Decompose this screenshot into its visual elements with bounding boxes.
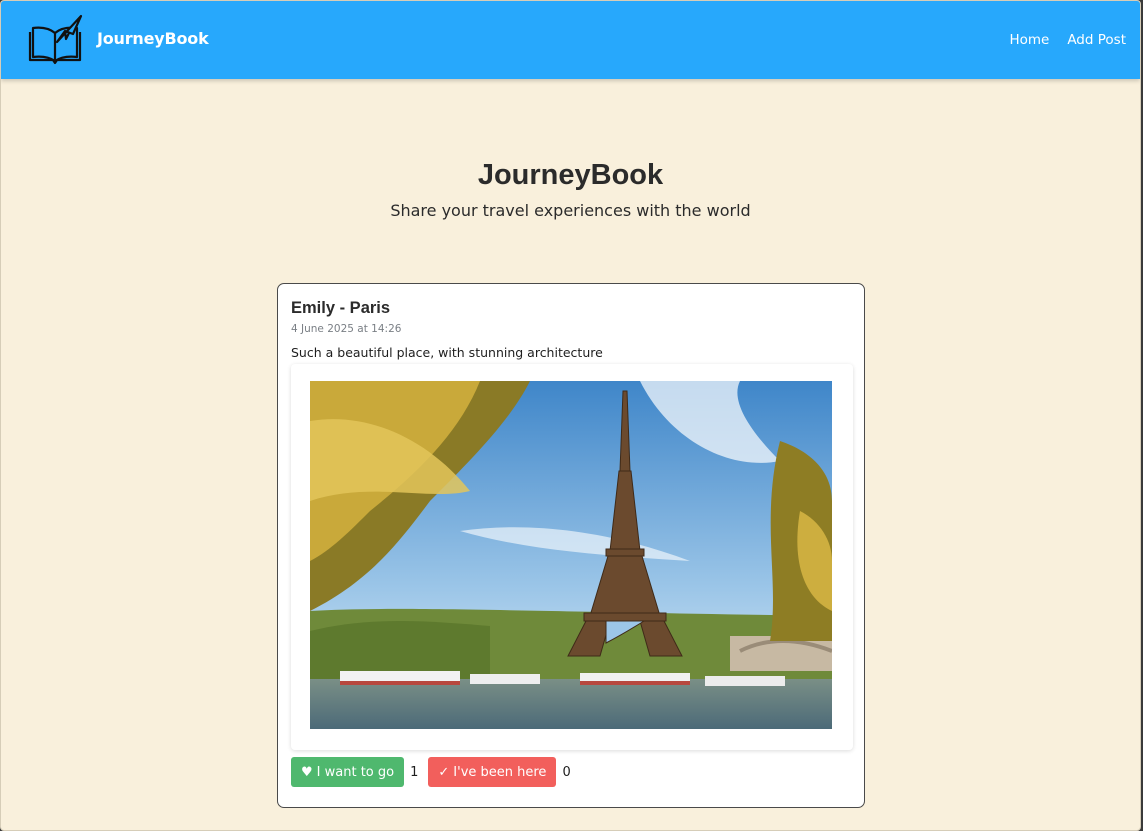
- want-to-go-label: I want to go: [316, 764, 395, 780]
- eiffel-tower-photo: [310, 381, 832, 729]
- post-date: 4 June 2025 at 14:26: [291, 323, 402, 335]
- browser-viewport: JourneyBook Home Add Post JourneyBook Sh…: [0, 0, 1141, 831]
- want-to-go-button[interactable]: ♥ I want to go: [291, 757, 405, 787]
- check-icon: ✓: [438, 764, 450, 780]
- navbar: JourneyBook Home Add Post: [1, 1, 1140, 79]
- post-title: Emily - Paris: [291, 299, 391, 317]
- page-title: JourneyBook: [477, 159, 664, 191]
- page-subtitle: Share your travel experiences with the w…: [390, 201, 751, 220]
- nav-link-add-post[interactable]: Add Post: [1067, 32, 1126, 48]
- book-plane-logo-icon[interactable]: [27, 14, 83, 66]
- post-image-frame: [291, 364, 853, 750]
- nav-link-home[interactable]: Home: [1009, 32, 1049, 48]
- post-actions: ♥ I want to go 1 ✓ I've been here 0: [291, 757, 581, 787]
- post-card: Emily - Paris 4 June 2025 at 14:26 Such …: [277, 283, 865, 808]
- nav-links: Home Add Post: [1009, 32, 1126, 48]
- been-here-button[interactable]: ✓ I've been here: [428, 757, 557, 787]
- heart-icon: ♥: [301, 764, 313, 780]
- been-here-count: 0: [562, 764, 571, 780]
- want-to-go-count: 1: [410, 764, 419, 780]
- been-here-label: I've been here: [453, 764, 547, 780]
- brand-name[interactable]: JourneyBook: [97, 29, 209, 48]
- post-text: Such a beautiful place, with stunning ar…: [291, 345, 603, 360]
